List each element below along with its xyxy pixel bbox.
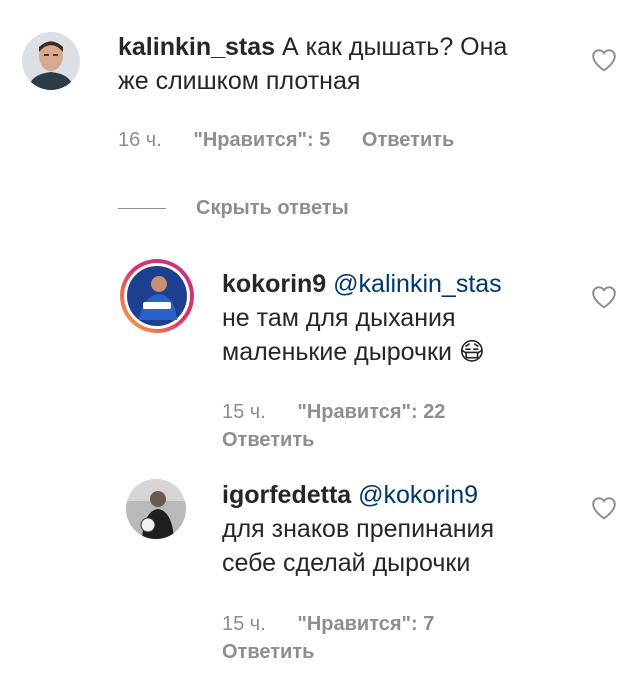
hide-replies-button[interactable]: Скрыть ответы [118,193,349,223]
comment-body-line1: А как дышать? Она [275,33,508,61]
avatar-image [120,259,194,333]
reply-text: igorfedetta @kokorin9 для знаков препина… [222,478,582,580]
reply-likes[interactable]: "Нравится": 22 [297,401,445,423]
reply-button[interactable]: Ответить [222,429,314,451]
comment-text: kalinkin_stas А как дышать? Она же слишк… [118,30,578,98]
reply-body-line2: маленькие дырочки 😷 [222,338,485,366]
avatar-image [126,479,186,539]
comment-likes[interactable]: "Нравится": 5 [193,129,330,151]
avatar-story-ring[interactable] [119,258,195,334]
reply-time[interactable]: 15 ч. [222,401,266,423]
reply-likes[interactable]: "Нравится": 7 [297,613,434,635]
reply-button[interactable]: Ответить [362,129,454,151]
comment-time[interactable]: 16 ч. [118,129,162,151]
comment-body-line2: же слишком плотная [118,67,361,95]
avatar[interactable] [126,479,186,539]
comment-username[interactable]: kalinkin_stas [118,33,275,61]
reply-text: kokorin9 @kalinkin_stas не там для дыхан… [222,267,582,369]
like-heart-icon[interactable] [591,285,617,309]
reply-mention[interactable]: @kokorin9 [358,481,478,509]
reply-meta: 15 ч. "Нравится": 7 Ответить [222,610,552,666]
reply-body-line1: не там для дыхания [222,304,456,332]
avatar[interactable] [22,32,80,90]
reply-username[interactable]: kokorin9 [222,270,326,298]
hide-replies-divider [118,207,166,209]
hide-replies-label: Скрыть ответы [196,196,349,219]
reply-meta: 15 ч. "Нравится": 22 Ответить [222,398,552,454]
reply-body-line1: для знаков препинания [222,515,495,543]
avatar-image [22,32,80,90]
reply-mention[interactable]: @kalinkin_stas [333,270,502,298]
reply-username[interactable]: igorfedetta [222,481,351,509]
like-heart-icon[interactable] [591,48,617,72]
reply-time[interactable]: 15 ч. [222,613,266,635]
like-heart-icon[interactable] [591,496,617,520]
reply-body-line2: себе сделай дырочки [222,549,471,577]
reply-button[interactable]: Ответить [222,641,314,663]
comment-meta: 16 ч. "Нравится": 5 Ответить [118,126,454,154]
